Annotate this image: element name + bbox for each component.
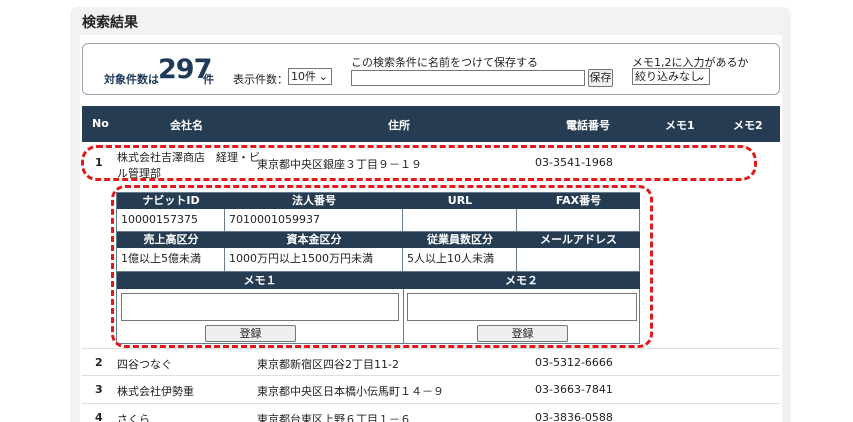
row-phone: 03-3836-0588 [535,411,613,422]
highlight-row-outline [81,145,757,181]
count-label: 対象件数は [104,73,159,86]
row-no: 3 [95,383,103,396]
save-button[interactable]: 保存 [588,69,613,87]
memo-filter-value: 絞り込みなし [635,70,701,83]
perpage-value: 10件 [291,70,316,83]
perpage-select[interactable]: 10件 ⌄ [288,68,332,85]
save-condition-input[interactable] [351,70,585,86]
row-no: 4 [95,411,103,422]
row-company: 株式会社伊勢重 [117,385,194,398]
col-header-address: 住所 [388,119,410,132]
table-row[interactable]: 2 四谷つなぐ 東京都新宿区四谷2丁目11-2 03-5312-6666 [82,348,780,376]
row-phone: 03-3663-7841 [535,383,613,396]
row-address: 東京都新宿区四谷2丁目11-2 [257,358,399,371]
highlight-detail-outline [111,185,653,348]
col-header-memo2: メモ2 [733,119,763,132]
row-phone: 03-5312-6666 [535,356,613,369]
save-condition-label: この検索条件に名前をつけて保存する [351,56,538,69]
row-company: 四谷つなぐ [117,358,172,371]
table-row[interactable]: 3 株式会社伊勢重 東京都中央区日本橋小伝馬町１４－９ 03-3663-7841 [82,376,780,404]
panel-title: 検索結果 [82,15,138,31]
count-unit: 件 [203,73,214,86]
col-header-company: 会社名 [170,119,203,132]
results-table-header: No 会社名 住所 電話番号 メモ1 メモ2 [82,106,780,142]
table-row[interactable]: 4 さくら 東京都台東区上野６丁目１－６ 03-3836-0588 [82,404,780,422]
col-header-no: No [92,117,109,130]
col-header-memo1: メモ1 [665,119,695,132]
perpage-label: 表示件数： [233,73,288,86]
row-company: さくら [117,413,150,422]
chevron-down-icon: ⌄ [696,70,706,83]
col-header-phone: 電話番号 [566,119,610,132]
row-address: 東京都台東区上野６丁目１－６ [257,413,411,422]
search-summary-box: 対象件数は 297 件 表示件数： 10件 ⌄ この検索条件に名前をつけて保存する… [82,43,780,95]
chevron-down-icon: ⌄ [318,70,328,83]
memo-filter-select[interactable]: 絞り込みなし ⌄ [632,68,710,85]
row-address: 東京都中央区日本橋小伝馬町１４－９ [257,385,444,398]
row-no: 2 [95,356,103,369]
